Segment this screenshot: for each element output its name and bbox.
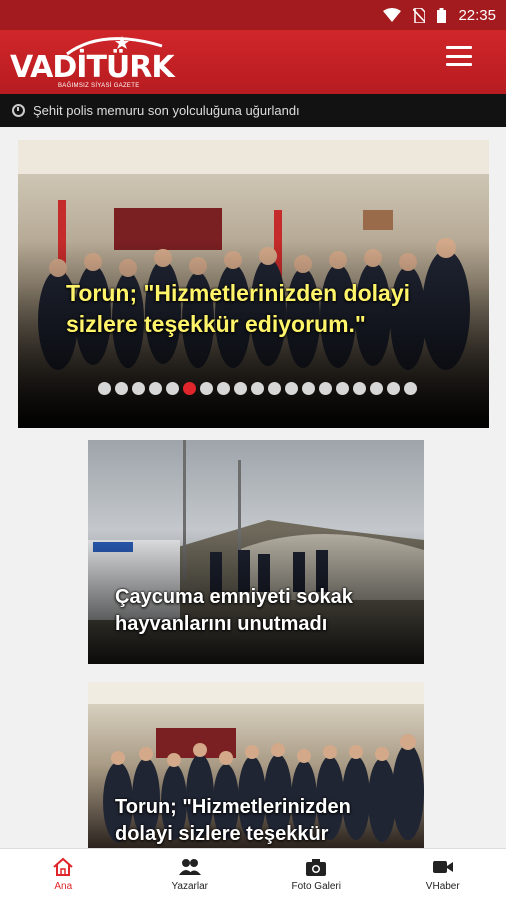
clock-time: 22:35	[458, 6, 496, 24]
clock-icon	[12, 104, 25, 117]
slider-dot[interactable]	[98, 382, 111, 395]
news-card[interactable]: Çaycuma emniyeti sokak hayvanlarını unut…	[88, 440, 424, 664]
hamburger-icon[interactable]	[446, 46, 472, 66]
slider-dot[interactable]	[336, 382, 349, 395]
slider-dot[interactable]	[268, 382, 281, 395]
slider-dot[interactable]	[319, 382, 332, 395]
slider-dot[interactable]	[387, 382, 400, 395]
nav-item-foto-galeri[interactable]: Foto Galeri	[253, 849, 380, 900]
slider-dot[interactable]	[217, 382, 230, 395]
nav-item-label: Yazarlar	[171, 881, 209, 892]
nav-item-label: VHaber	[425, 881, 460, 892]
people-icon	[178, 859, 201, 875]
status-bar: 22:35	[0, 0, 506, 30]
slider-headline[interactable]: Torun; "Hizmetlerinizden dolayi sizlere …	[66, 278, 466, 340]
nav-item-ana[interactable]: Ana	[0, 849, 127, 900]
ticker-text[interactable]: Şehit polis memuru son yolculuğuna uğurl…	[33, 103, 300, 118]
slider-dot[interactable]	[183, 382, 196, 395]
battery-icon	[437, 7, 447, 23]
app-header: VADİTÜRK BAĞIMSIZ SİYASİ GAZETE	[0, 30, 506, 94]
news-card-headline[interactable]: Torun; "Hizmetlerinizden dolayi sizlere …	[115, 794, 405, 848]
logo-text: VADİTÜRK	[10, 50, 175, 85]
news-card[interactable]: Torun; "Hizmetlerinizden dolayi sizlere …	[88, 682, 424, 848]
slider-dot[interactable]	[166, 382, 179, 395]
news-ticker[interactable]: Şehit polis memuru son yolculuğuna uğurl…	[0, 94, 506, 127]
nav-item-label: Foto Galeri	[291, 881, 341, 892]
slider-dot[interactable]	[370, 382, 383, 395]
camera-icon	[306, 859, 327, 876]
bottom-nav: Ana Yazarlar Foto Galeri VHaber	[0, 848, 506, 900]
home-icon	[53, 857, 73, 876]
logo[interactable]: VADİTÜRK BAĞIMSIZ SİYASİ GAZETE	[10, 36, 180, 89]
video-camera-icon	[432, 861, 453, 873]
headline-slider[interactable]: Torun; "Hizmetlerinizden dolayi sizlere …	[18, 140, 489, 428]
slider-dot[interactable]	[149, 382, 162, 395]
logo-subtitle: BAĞIMSIZ SİYASİ GAZETE	[58, 83, 140, 89]
slider-dot[interactable]	[115, 382, 128, 395]
nav-item-label: Ana	[54, 881, 73, 892]
slider-dot[interactable]	[404, 382, 417, 395]
slider-dot[interactable]	[302, 382, 315, 395]
slider-dot[interactable]	[353, 382, 366, 395]
wifi-icon	[383, 8, 402, 22]
nav-item-yazarlar[interactable]: Yazarlar	[127, 849, 254, 900]
slider-dot[interactable]	[132, 382, 145, 395]
slider-dot[interactable]	[285, 382, 298, 395]
no-sim-icon	[413, 7, 426, 23]
news-card-headline[interactable]: Çaycuma emniyeti sokak hayvanlarını unut…	[115, 584, 405, 638]
slider-dots	[98, 382, 417, 395]
nav-item-vhaber[interactable]: VHaber	[380, 849, 506, 900]
slider-dot[interactable]	[251, 382, 264, 395]
slider-dot[interactable]	[200, 382, 213, 395]
slider-dot[interactable]	[234, 382, 247, 395]
